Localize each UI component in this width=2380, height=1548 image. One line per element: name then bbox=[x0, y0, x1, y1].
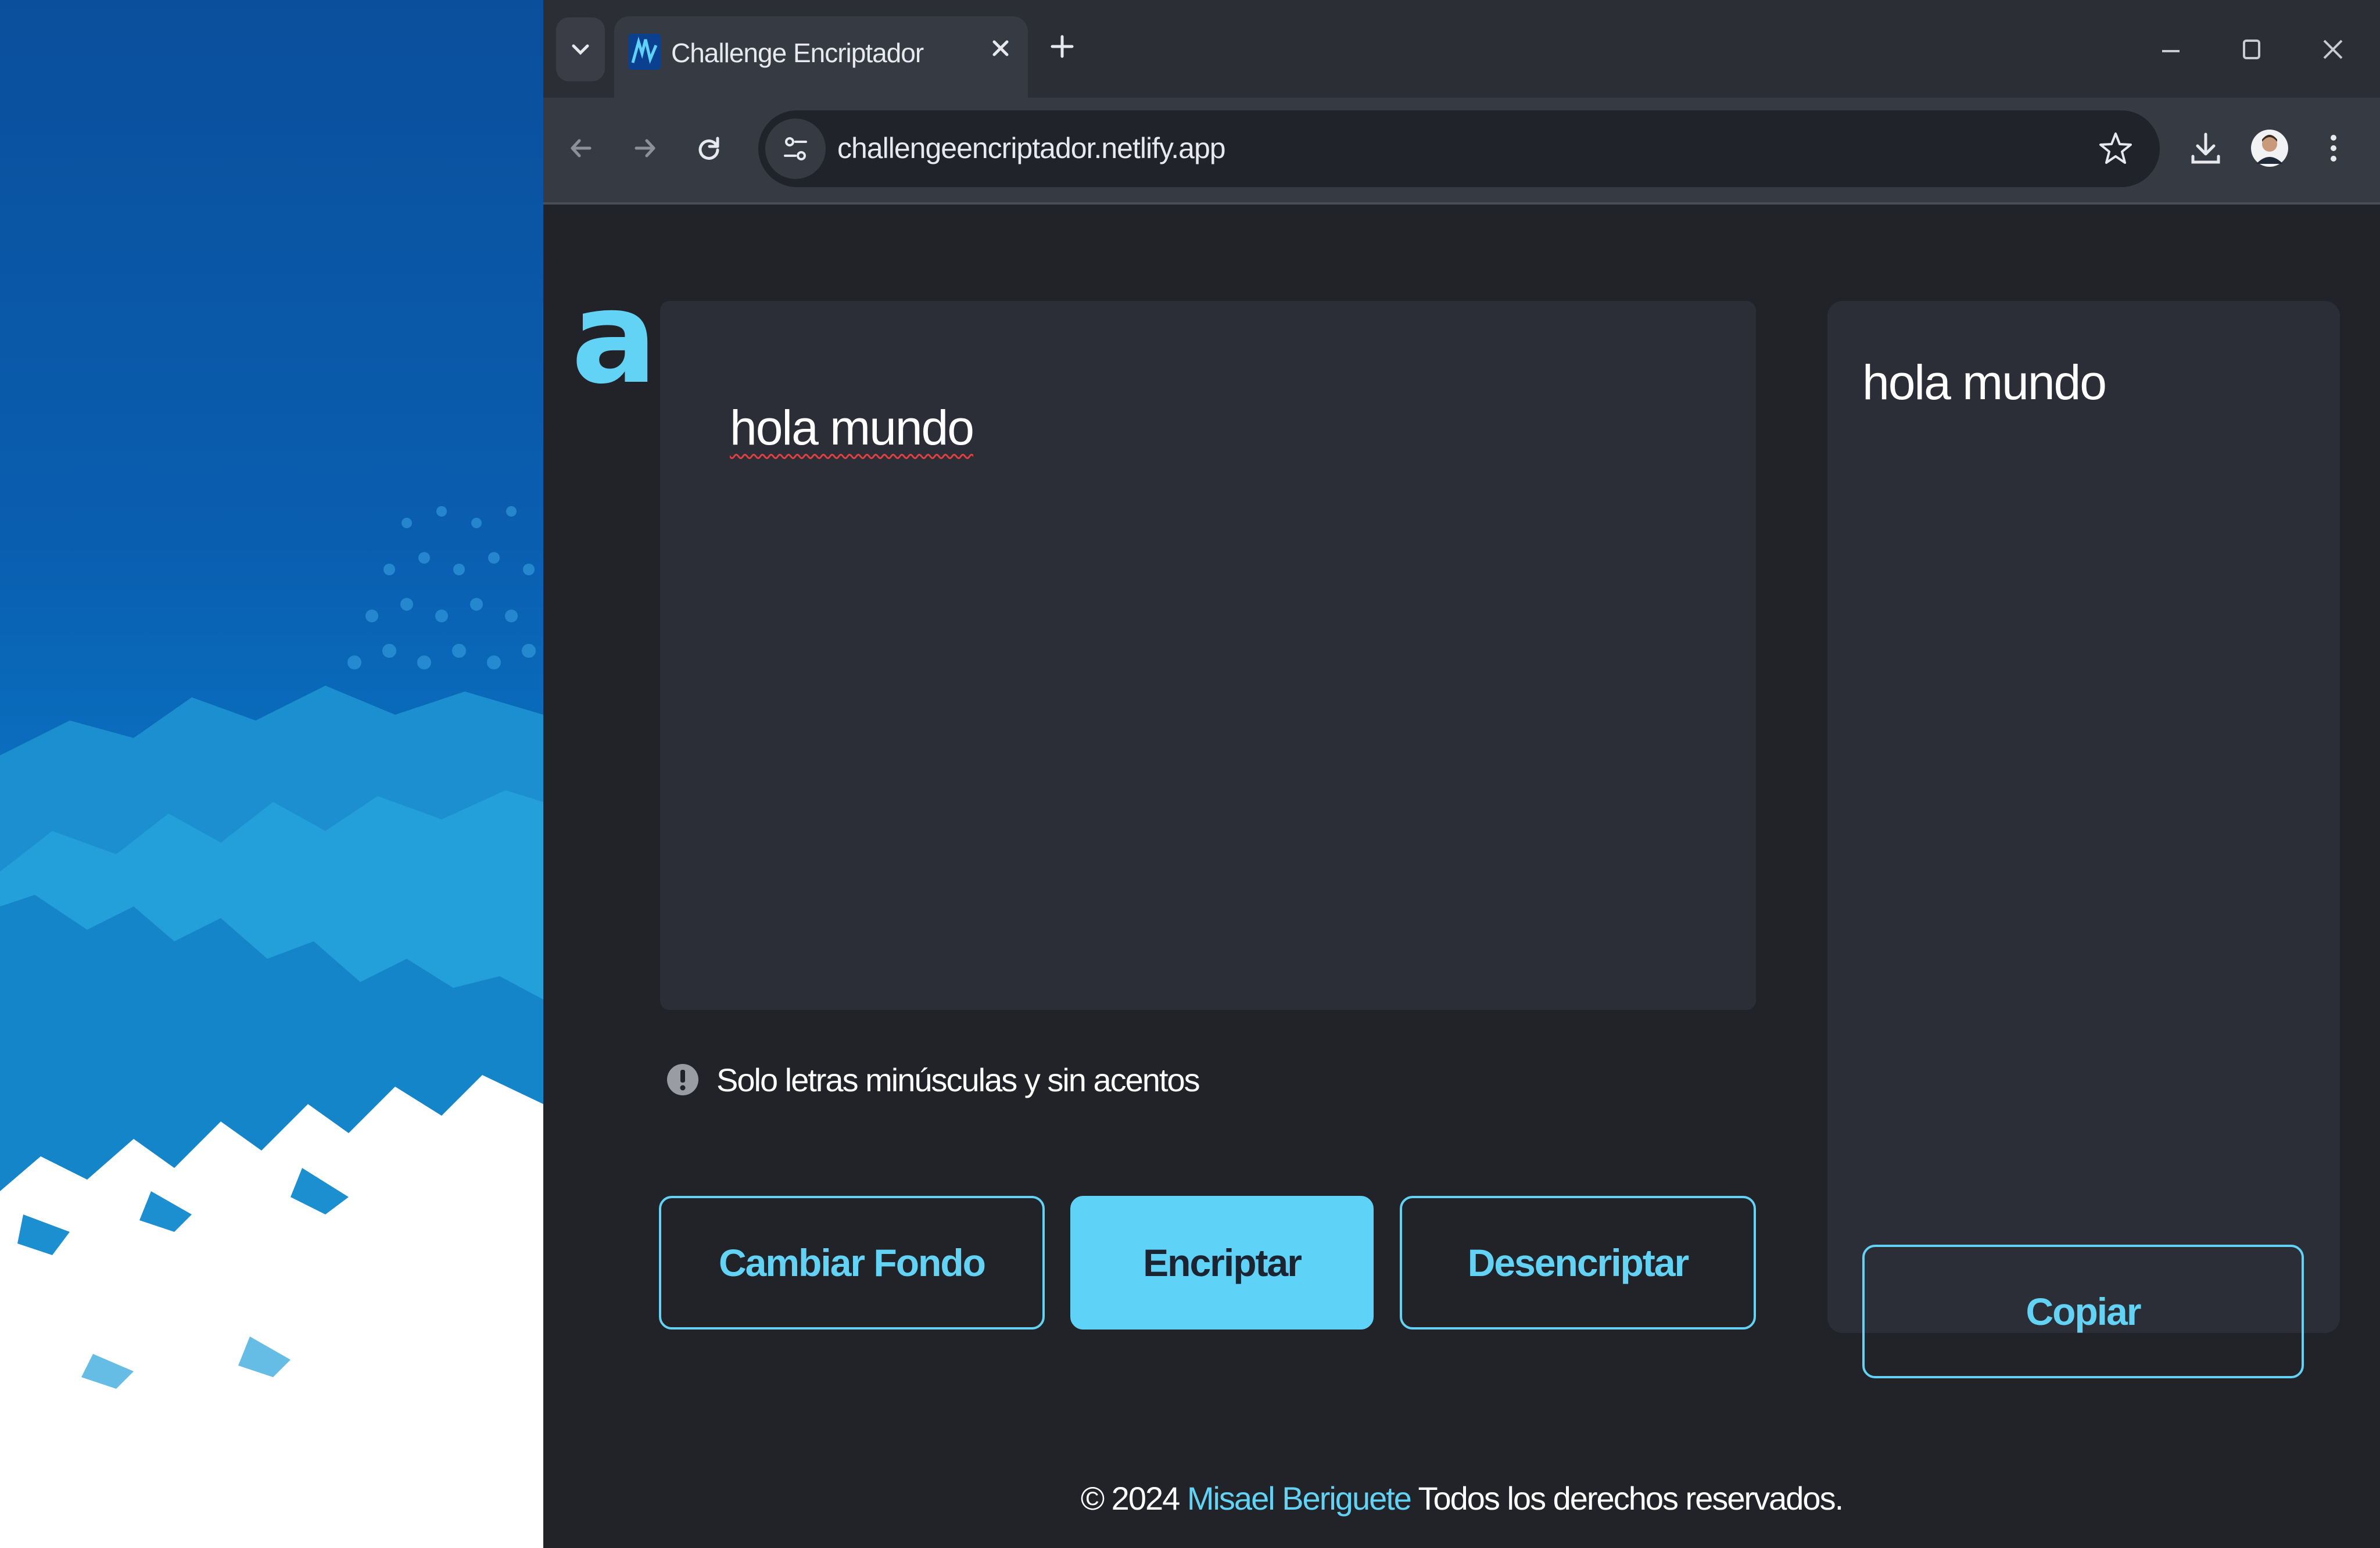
tab-title: Challenge Encriptador bbox=[671, 38, 924, 68]
kebab-menu-icon bbox=[2331, 135, 2336, 162]
download-icon bbox=[2191, 132, 2220, 164]
arrow-left-icon bbox=[571, 139, 592, 157]
browser-toolbar: challengeencriptador.netlify.app bbox=[543, 98, 2380, 205]
exclamation-circle-icon bbox=[667, 1064, 698, 1095]
site-favicon-icon bbox=[628, 34, 661, 70]
close-icon[interactable] bbox=[986, 34, 1015, 63]
copyright-text: © 2024 bbox=[1080, 1480, 1180, 1517]
warning-message: Solo letras minúsculas y sin acentos bbox=[666, 1056, 1200, 1103]
alura-logo: a bbox=[571, 263, 658, 412]
wallpaper-splash bbox=[0, 506, 543, 1548]
window-close-icon[interactable] bbox=[2318, 35, 2347, 64]
output-text: hola mundo bbox=[1862, 355, 2107, 410]
browser-window: Challenge Encriptador challengeencriptad… bbox=[543, 0, 2380, 1548]
site-info-button[interactable] bbox=[765, 119, 826, 179]
menu-button[interactable] bbox=[2313, 128, 2354, 169]
encrypt-button[interactable]: Encriptar bbox=[1070, 1196, 1374, 1330]
address-bar[interactable]: challengeencriptador.netlify.app bbox=[758, 110, 2160, 187]
avatar bbox=[2251, 130, 2288, 167]
url-text[interactable]: challengeencriptador.netlify.app bbox=[837, 131, 1226, 165]
web-page: a hola mundo Solo letras minúsculas y si… bbox=[543, 207, 2380, 1548]
back-button[interactable] bbox=[561, 128, 601, 169]
arrow-right-icon bbox=[635, 139, 655, 157]
copy-button[interactable]: Copiar bbox=[1862, 1245, 2304, 1378]
decrypt-button[interactable]: Desencriptar bbox=[1400, 1196, 1756, 1330]
input-textarea[interactable]: hola mundo bbox=[660, 301, 1756, 1010]
warning-text: Solo letras minúsculas y sin acentos bbox=[716, 1061, 1200, 1098]
download-button[interactable] bbox=[2185, 128, 2226, 169]
profile-avatar[interactable] bbox=[2249, 128, 2290, 169]
reload-icon bbox=[698, 137, 719, 160]
tab-strip: Challenge Encriptador bbox=[543, 0, 2380, 98]
forward-button[interactable] bbox=[625, 128, 665, 169]
reload-button[interactable] bbox=[689, 128, 729, 169]
minimize-icon[interactable] bbox=[2156, 35, 2185, 64]
change-background-button[interactable]: Cambiar Fondo bbox=[659, 1196, 1045, 1330]
input-text[interactable]: hola mundo bbox=[730, 400, 974, 456]
output-panel: hola mundo Copiar bbox=[1827, 301, 2340, 1378]
chevron-down-icon bbox=[572, 44, 589, 55]
rights-text: Todos los derechos reservados. bbox=[1418, 1480, 1844, 1517]
star-icon[interactable] bbox=[2097, 130, 2134, 167]
desktop-wallpaper bbox=[0, 0, 543, 1548]
tune-icon bbox=[784, 137, 807, 160]
plus-icon[interactable] bbox=[1048, 32, 1077, 61]
maximize-icon[interactable] bbox=[2237, 35, 2266, 64]
author-link[interactable]: Misael Beriguete bbox=[1187, 1480, 1412, 1517]
footer: © 2024 Misael Beriguete Todos los derech… bbox=[543, 1479, 2380, 1517]
tab-challenge-encriptador[interactable]: Challenge Encriptador bbox=[614, 16, 1028, 98]
tab-search-button[interactable] bbox=[556, 17, 605, 81]
